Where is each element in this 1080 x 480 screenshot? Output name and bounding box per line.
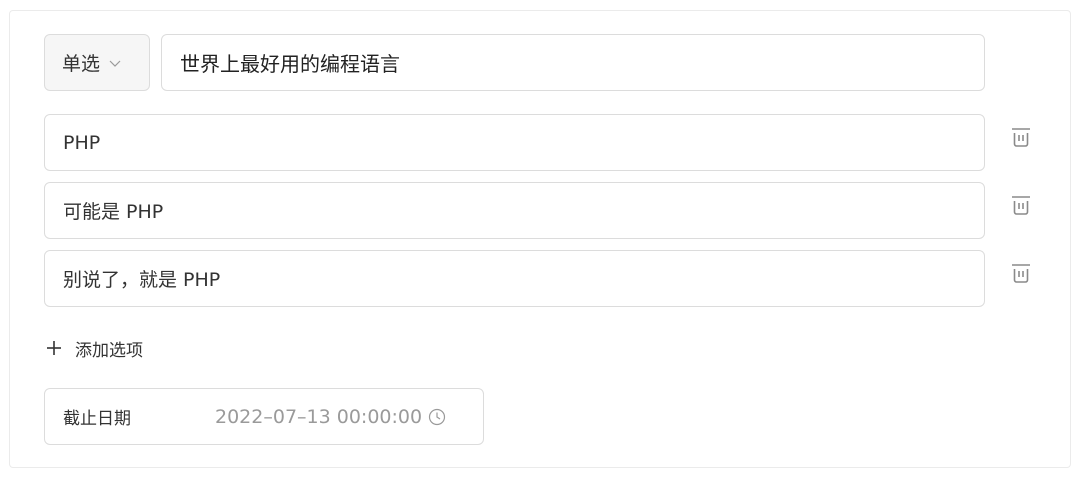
option-input[interactable]: 可能是 PHP — [44, 182, 985, 239]
option-input[interactable]: PHP — [44, 114, 985, 171]
option-input[interactable]: 别说了，就是 PHP — [44, 250, 985, 307]
deadline-picker[interactable]: 截止日期 2022–07–13 00:00:00 — [44, 388, 484, 445]
question-title-input[interactable]: 世界上最好用的编程语言 — [161, 34, 985, 91]
question-title-text: 世界上最好用的编程语言 — [180, 52, 400, 76]
delete-option-icon[interactable] — [1010, 261, 1032, 285]
plus-icon — [47, 341, 61, 355]
question-type-label: 单选 — [62, 53, 101, 75]
add-option-button[interactable]: 添加选项 — [45, 334, 143, 362]
deadline-value: 2022–07–13 00:00:00 — [215, 405, 423, 428]
option-text: 别说了，就是 PHP — [63, 269, 221, 291]
delete-option-icon[interactable] — [1010, 125, 1032, 149]
deadline-label: 截止日期 — [63, 409, 131, 429]
option-text: 可能是 PHP — [63, 201, 164, 223]
clock-icon — [428, 408, 446, 425]
delete-option-icon[interactable] — [1010, 193, 1032, 217]
question-type-select[interactable]: 单选 — [44, 34, 150, 91]
add-option-label: 添加选项 — [75, 340, 143, 361]
chevron-down-icon — [109, 60, 121, 67]
option-text: PHP — [63, 131, 101, 154]
